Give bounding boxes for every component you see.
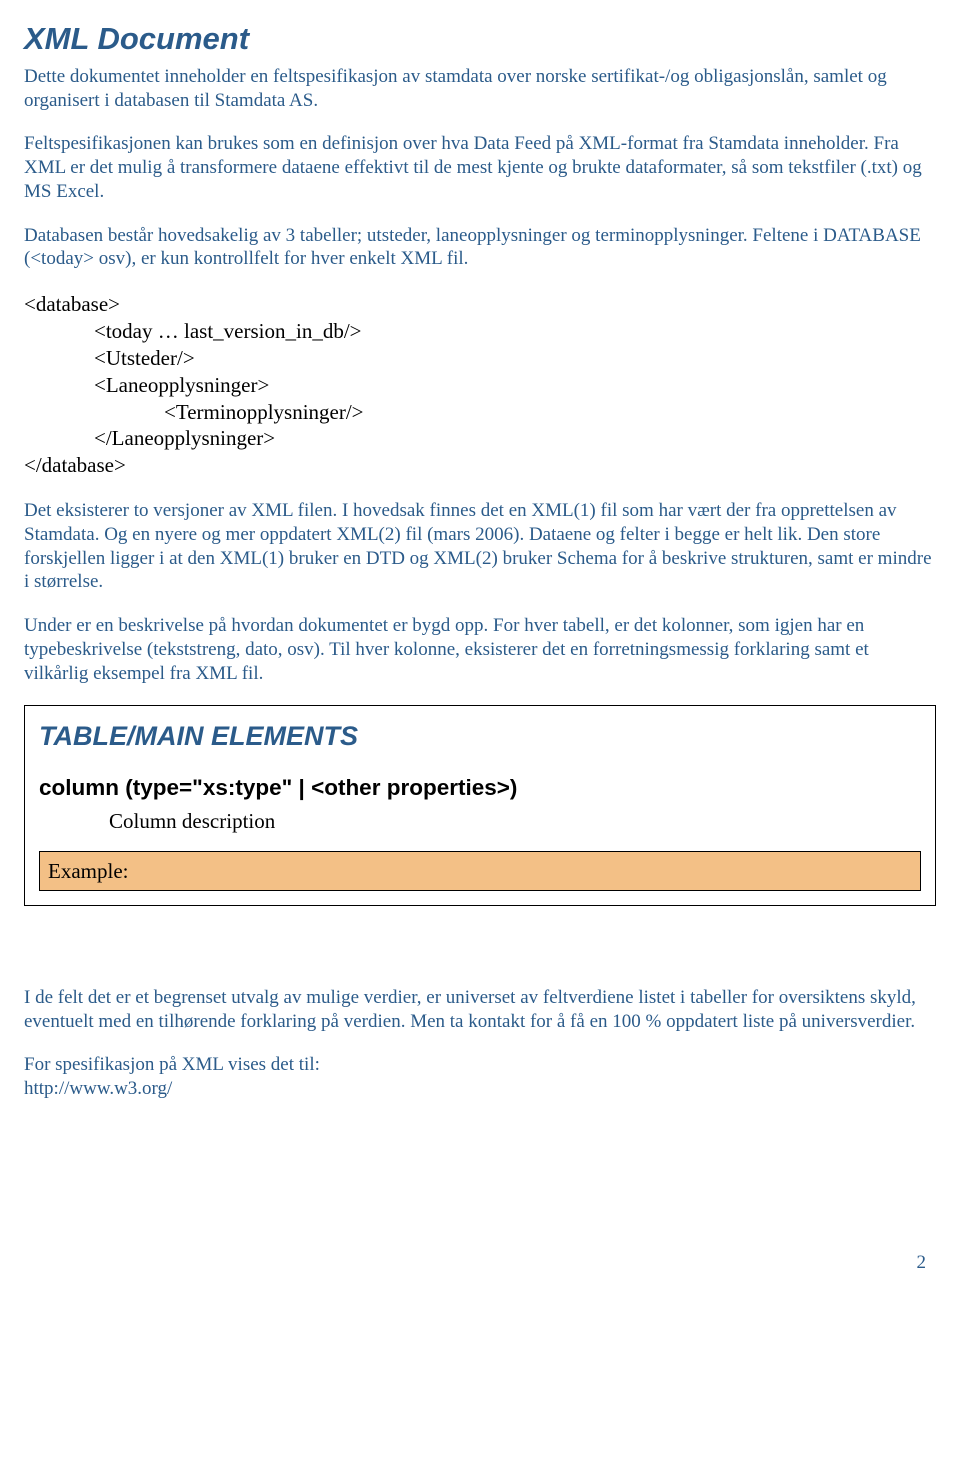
xml-line: <database> bbox=[24, 291, 936, 318]
spec-link-text: For spesifikasjon på XML vises det til: bbox=[24, 1054, 320, 1075]
page-title: XML Document bbox=[24, 20, 936, 59]
xml-line: </database> bbox=[24, 452, 936, 479]
xml-line: <today … last_version_in_db/> bbox=[24, 318, 936, 345]
column-heading: column (type="xs:type" | <other properti… bbox=[39, 774, 921, 802]
intro-paragraph-1: Dette dokumentet inneholder en feltspesi… bbox=[24, 65, 936, 113]
xml-line: </Laneopplysninger> bbox=[24, 425, 936, 452]
xml-line: <Laneopplysninger> bbox=[24, 372, 936, 399]
page-number: 2 bbox=[24, 1251, 936, 1275]
xml-line: <Terminopplysninger/> bbox=[24, 399, 936, 426]
column-description: Column description bbox=[39, 808, 921, 834]
elements-heading: TABLE/MAIN ELEMENTS bbox=[39, 720, 921, 754]
versions-paragraph: Det eksisterer to versjoner av XML filen… bbox=[24, 499, 936, 594]
spec-link-paragraph: For spesifikasjon på XML vises det til: … bbox=[24, 1053, 936, 1101]
spec-link-url: http://www.w3.org/ bbox=[24, 1078, 172, 1099]
intro-paragraph-3: Databasen består hovedsakelig av 3 tabel… bbox=[24, 224, 936, 272]
description-paragraph: Under er en beskrivelse på hvordan dokum… bbox=[24, 614, 936, 685]
table-elements-box: TABLE/MAIN ELEMENTS column (type="xs:typ… bbox=[24, 705, 936, 905]
xml-line: <Utsteder/> bbox=[24, 345, 936, 372]
example-box: Example: bbox=[39, 851, 921, 891]
values-paragraph: I de felt det er et begrenset utvalg av … bbox=[24, 986, 936, 1034]
intro-paragraph-2: Feltspesifikasjonen kan brukes som en de… bbox=[24, 132, 936, 203]
xml-structure-block: <database> <today … last_version_in_db/>… bbox=[24, 291, 936, 479]
page: XML Document Dette dokumentet inneholder… bbox=[24, 20, 936, 1460]
